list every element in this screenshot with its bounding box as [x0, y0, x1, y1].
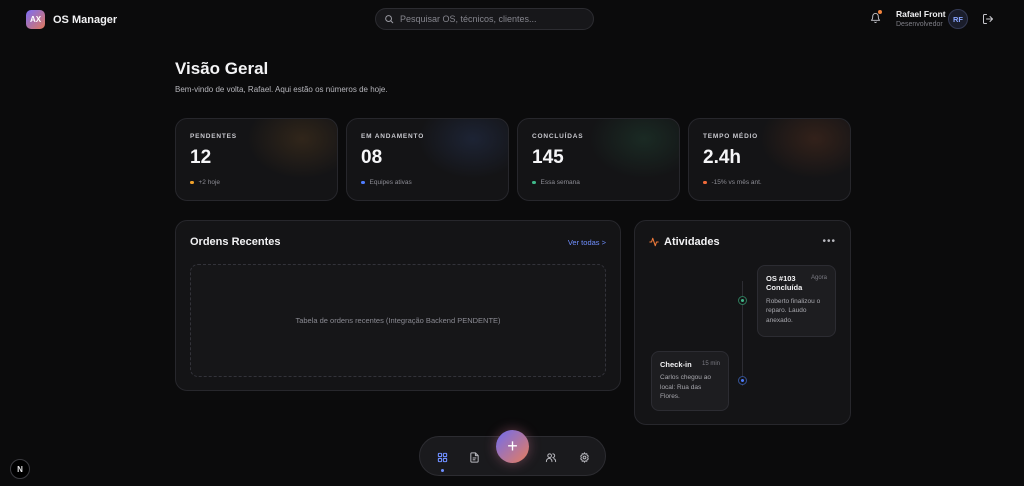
status-dot	[190, 180, 194, 185]
activities-title: Atividades	[664, 236, 720, 248]
activity-card[interactable]: OS #103 Concluída Agora Roberto finalizo…	[757, 265, 836, 337]
stat-value: 08	[361, 147, 383, 168]
stat-note: -15% vs mês ant.	[703, 179, 762, 186]
stat-note: Essa semana	[532, 179, 580, 186]
timeline-dot-completed	[738, 296, 747, 305]
stat-note: +2 hoje	[190, 179, 220, 186]
user-role: Desenvolvedor	[896, 21, 943, 28]
page-subtitle: Bem-vindo de volta, Rafael. Aqui estão o…	[175, 85, 388, 94]
top-bar: AX OS Manager Rafael Front Desenvolvedor…	[0, 0, 1024, 38]
stat-label: PENDENTES	[190, 133, 237, 140]
stat-card-in-progress[interactable]: EM ANDAMENTO 08 Equipes ativas	[346, 118, 509, 201]
recent-orders-title: Ordens Recentes	[190, 236, 281, 248]
page-title: Visão Geral	[175, 59, 269, 78]
create-order-button[interactable]: +	[496, 430, 529, 463]
activities-header: Atividades	[649, 236, 720, 248]
activity-description: Carlos chegou ao local: Rua das Flores.	[660, 374, 711, 401]
status-dot	[703, 180, 707, 185]
stat-value: 12	[190, 147, 212, 168]
brand[interactable]: AX OS Manager	[26, 10, 117, 29]
activity-time: 15 min	[701, 361, 720, 367]
stat-card-avg-time[interactable]: TEMPO MÉDIO 2.4h -15% vs mês ant.	[688, 118, 851, 201]
stat-note-text: -15% vs mês ant.	[711, 179, 762, 186]
dock-settings-button[interactable]	[577, 450, 591, 464]
stat-label: TEMPO MÉDIO	[703, 133, 759, 140]
stat-label: EM ANDAMENTO	[361, 133, 425, 140]
status-dot	[361, 180, 365, 185]
activity-icon	[649, 237, 659, 247]
user-name: Rafael Front	[896, 9, 946, 19]
stat-note-text: Equipes ativas	[369, 179, 412, 186]
stat-note-text: +2 hoje	[198, 179, 221, 186]
activity-description: Roberto finalizou o reparo. Laudo anexad…	[766, 297, 821, 324]
gear-icon	[579, 451, 589, 463]
activity-title: OS #103 Concluída	[766, 274, 803, 293]
dashboard-icon	[437, 452, 447, 462]
stat-note: Equipes ativas	[361, 179, 412, 186]
dock-orders-button[interactable]	[467, 450, 481, 464]
recent-orders-panel: Ordens Recentes Ver todas > Tabela de or…	[175, 220, 621, 391]
timeline-dot-checkin	[738, 376, 747, 385]
more-options-icon[interactable]: •••	[822, 236, 836, 247]
logout-button[interactable]	[982, 12, 994, 30]
stat-card-pending[interactable]: PENDENTES 12 +2 hoje	[175, 118, 338, 201]
activity-title: Check-in	[660, 360, 692, 369]
search-bar[interactable]	[375, 8, 594, 30]
placeholder-text: Tabela de ordens recentes (Integração Ba…	[295, 316, 501, 325]
document-icon	[469, 451, 479, 463]
dev-tools-badge[interactable]: N	[10, 459, 30, 479]
recent-orders-placeholder: Tabela de ordens recentes (Integração Ba…	[190, 264, 606, 377]
notification-dot	[878, 10, 882, 14]
activity-time: Agora	[810, 275, 827, 281]
active-indicator	[441, 469, 444, 472]
app-name: OS Manager	[53, 13, 118, 26]
activities-panel: Atividades ••• OS #103 Concluída Agora R…	[634, 220, 851, 425]
view-all-link[interactable]: Ver todas >	[568, 238, 606, 247]
search-icon	[385, 15, 394, 24]
avatar[interactable]: RF	[948, 9, 968, 29]
stat-label: CONCLUÍDAS	[532, 133, 584, 140]
stat-card-completed[interactable]: CONCLUÍDAS 145 Essa semana	[517, 118, 680, 201]
users-icon	[545, 452, 557, 462]
stat-note-text: Essa semana	[540, 179, 580, 186]
search-input[interactable]	[400, 14, 585, 24]
notifications-button[interactable]	[870, 10, 882, 29]
status-dot	[532, 180, 536, 185]
dock-dashboard-button[interactable]	[435, 450, 449, 464]
stat-value: 2.4h	[703, 147, 742, 168]
app-logo: AX	[26, 10, 45, 29]
dock-team-button[interactable]	[544, 450, 558, 464]
user-info[interactable]: Rafael Front Desenvolvedor	[896, 9, 946, 28]
activity-card[interactable]: Check-in 15 min Carlos chegou ao local: …	[651, 351, 729, 411]
stat-value: 145	[532, 147, 564, 168]
logout-icon	[983, 14, 993, 24]
